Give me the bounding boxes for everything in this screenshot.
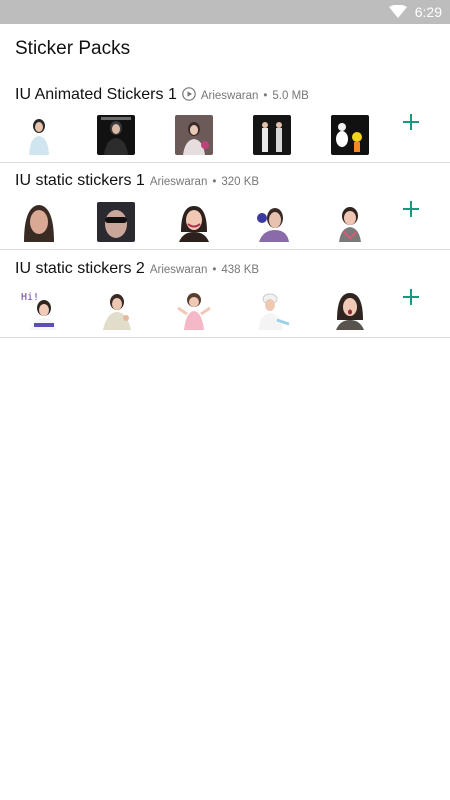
pack-size: 5.0 MB (272, 90, 309, 102)
sticker-thumbnail (253, 115, 291, 155)
pack-publisher: Arieswaran (149, 264, 208, 276)
pack-size: 320 KB (221, 176, 260, 188)
sticker-photo-icon (331, 202, 369, 242)
pack-name: IU Animated Stickers 1 (15, 86, 177, 103)
sticker-thumbnail (175, 290, 213, 330)
add-pack-button[interactable] (402, 288, 420, 306)
meta-separator: • (263, 90, 268, 102)
sticker-photo-icon (97, 290, 135, 330)
sticker-thumbnail (97, 202, 135, 242)
sticker-photo-icon (253, 290, 291, 330)
meta-separator: • (212, 176, 217, 188)
sticker-photo-icon (20, 202, 58, 242)
sticker-pack[interactable]: IU static stickers 1 Arieswaran • 320 KB (0, 162, 450, 250)
pack-publisher: Arieswaran (149, 176, 208, 188)
animated-play-icon (182, 87, 196, 101)
sticker-hi-text: Hi! (21, 292, 39, 303)
sticker-thumbnail (175, 202, 213, 242)
sticker-thumbnail (331, 202, 369, 242)
sticker-photo-icon (175, 202, 213, 242)
sticker-photo-icon: Hi! (20, 290, 58, 330)
sticker-photo-icon (175, 290, 213, 330)
sticker-photo-icon (331, 290, 369, 330)
sticker-thumbnail (175, 115, 213, 155)
pack-header: IU Animated Stickers 1 Arieswaran • 5.0 … (15, 85, 309, 104)
page-title: Sticker Packs (15, 38, 131, 59)
sticker-photo-icon (331, 115, 369, 155)
pack-size: 438 KB (221, 264, 260, 276)
sticker-photo-icon (97, 202, 135, 242)
sticker-thumbnail (331, 290, 369, 330)
add-pack-button[interactable] (402, 200, 420, 218)
sticker-pack[interactable]: IU static stickers 2 Arieswaran • 438 KB… (0, 250, 450, 338)
sticker-thumbnail (253, 202, 291, 242)
pack-name: IU static stickers 2 (15, 260, 145, 277)
status-bar: 6:29 (0, 0, 450, 24)
pack-publisher: Arieswaran (200, 90, 259, 102)
sticker-thumbnail: Hi! (20, 290, 58, 330)
meta-separator: • (212, 264, 217, 276)
sticker-photo-icon (253, 202, 291, 242)
sticker-thumbnail (97, 115, 135, 155)
status-time: 6:29 (414, 4, 442, 20)
add-pack-button[interactable] (402, 113, 420, 131)
sticker-thumbnail (20, 115, 58, 155)
sticker-photo-icon (97, 115, 135, 155)
sticker-pack[interactable]: IU Animated Stickers 1 Arieswaran • 5.0 … (0, 75, 450, 163)
sticker-photo-icon (175, 115, 213, 155)
pack-header: IU static stickers 2 Arieswaran • 438 KB (15, 260, 259, 278)
sticker-thumbnail (253, 290, 291, 330)
sticker-photo-icon (20, 115, 58, 155)
sticker-thumbnail (97, 290, 135, 330)
sticker-photo-icon (253, 115, 291, 155)
sticker-thumbnail (20, 202, 58, 242)
pack-name: IU static stickers 1 (15, 172, 145, 189)
sticker-thumbnail (331, 115, 369, 155)
wifi-icon (388, 5, 407, 18)
pack-header: IU static stickers 1 Arieswaran • 320 KB (15, 172, 259, 190)
